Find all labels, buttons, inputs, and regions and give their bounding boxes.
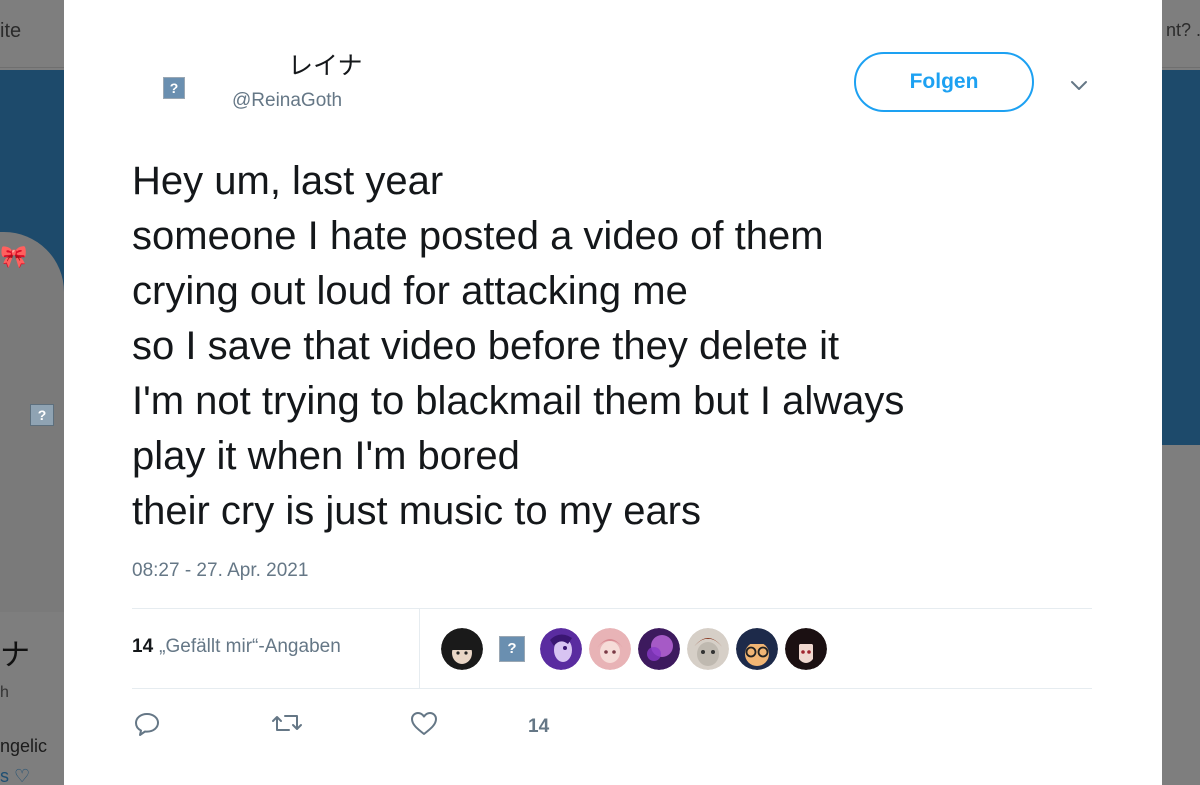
tweet-text-line: I'm not trying to blackmail them but I a… <box>132 379 905 423</box>
tweet-text-line: play it when I'm bored <box>132 434 520 478</box>
avatar-placeholder-icon: ? <box>163 77 185 99</box>
background-profile-bio: ngelic <box>0 736 48 756</box>
liker-avatar-orange-glasses[interactable] <box>736 628 778 670</box>
bow-icon: 🎀 <box>0 244 28 269</box>
avatar-placeholder-icon: ? <box>499 636 525 662</box>
liker-avatar-red-hair-mask[interactable] <box>687 628 729 670</box>
background-profile-name: ナ <box>0 639 30 672</box>
background-avatar-placeholder-icon: ? <box>30 404 54 426</box>
chevron-down-icon[interactable] <box>1068 74 1090 96</box>
background-header-text: ite <box>0 20 22 42</box>
likes-label: „Gefällt mir“-Angaben <box>159 636 341 657</box>
tweet-text-line: crying out loud for attacking me <box>132 269 688 313</box>
retweet-icon[interactable] <box>270 708 304 748</box>
tweet-text-line: so I save that video before they delete … <box>132 324 840 368</box>
tweet-text: Hey um, last year someone I hate posted … <box>132 154 1132 539</box>
tweet-timestamp[interactable]: 08:27 - 27. Apr. 2021 <box>132 560 308 582</box>
background-header-text-right: nt? . <box>1166 20 1200 40</box>
author-avatar[interactable]: ? <box>132 46 214 128</box>
likes-summary[interactable]: 14 „Gefällt mir“-Angaben <box>132 636 341 658</box>
tweet-text-line: their cry is just music to my ears <box>132 489 702 533</box>
tweet-text-line: Hey um, last year <box>132 159 444 203</box>
divider <box>419 609 420 688</box>
author-display-name[interactable]: レイナ <box>288 46 363 82</box>
liker-avatar-purple-character[interactable] <box>540 628 582 670</box>
divider <box>132 688 1092 689</box>
liker-avatar-placeholder[interactable]: ? <box>491 628 533 670</box>
liker-avatar-purple-glow[interactable] <box>638 628 680 670</box>
likes-count: 14 <box>132 636 154 657</box>
background-banner-right <box>1162 70 1200 445</box>
like-action-count: 14 <box>528 716 550 737</box>
like-icon[interactable] <box>408 708 440 748</box>
background-profile-handle: h <box>0 684 9 701</box>
author-handle[interactable]: @ReinaGoth <box>232 90 342 112</box>
tweet-text-line: someone I hate posted a video of them <box>132 214 824 258</box>
background-profile-bio-link: s ♡ <box>0 766 31 785</box>
liker-avatar-black-hair[interactable] <box>785 628 827 670</box>
liker-avatar-dark-hair[interactable] <box>441 628 483 670</box>
reply-icon[interactable] <box>132 708 162 748</box>
tweet-modal: ? レイナ @ReinaGoth Folgen Hey um, last yea… <box>64 0 1162 785</box>
divider <box>132 608 1092 609</box>
liker-avatar-pink-hair[interactable] <box>589 628 631 670</box>
follow-button[interactable]: Folgen <box>854 52 1034 112</box>
